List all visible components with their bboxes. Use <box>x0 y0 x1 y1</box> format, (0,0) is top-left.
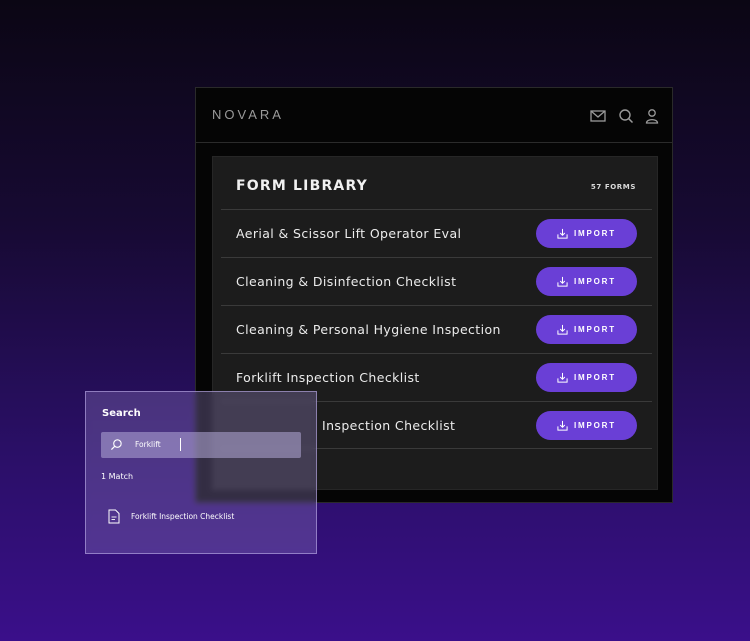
user-icon[interactable] <box>643 107 661 125</box>
import-button[interactable]: IMPORT <box>536 363 637 392</box>
import-label: IMPORT <box>574 277 616 286</box>
app-header: NOVARA <box>196 88 672 143</box>
import-button[interactable]: IMPORT <box>536 267 637 296</box>
search-heading: Search <box>102 408 141 419</box>
search-input[interactable]: Forklift <box>101 432 301 458</box>
import-button[interactable]: IMPORT <box>536 411 637 440</box>
download-icon <box>557 324 568 335</box>
import-label: IMPORT <box>574 325 616 334</box>
search-popover: Search Forklift 1 Match Forklift Inspect… <box>85 391 317 554</box>
text-caret <box>180 438 181 451</box>
document-icon <box>108 509 120 524</box>
search-result-item[interactable]: Forklift Inspection Checklist <box>108 508 234 524</box>
mail-icon[interactable] <box>589 107 607 125</box>
import-label: IMPORT <box>574 373 616 382</box>
match-count: 1 Match <box>101 472 134 481</box>
import-button[interactable]: IMPORT <box>536 315 637 344</box>
form-name: Cleaning & Disinfection Checklist <box>236 274 457 289</box>
import-button[interactable]: IMPORT <box>536 219 637 248</box>
form-name: Inspection Checklist <box>322 418 456 433</box>
search-icon <box>110 438 123 451</box>
form-name: Forklift Inspection Checklist <box>236 370 420 385</box>
form-row: Aerial & Scissor Lift Operator Eval IMPO… <box>221 209 652 257</box>
library-title: FORM LIBRARY <box>236 178 369 194</box>
search-icon[interactable] <box>617 107 635 125</box>
form-name: Aerial & Scissor Lift Operator Eval <box>236 226 462 241</box>
download-icon <box>557 228 568 239</box>
form-name: Cleaning & Personal Hygiene Inspection <box>236 322 501 337</box>
download-icon <box>557 372 568 383</box>
form-count-badge: 57 FORMS <box>590 183 636 191</box>
download-icon <box>557 420 568 431</box>
import-label: IMPORT <box>574 421 616 430</box>
search-result-label: Forklift Inspection Checklist <box>131 511 235 521</box>
form-row: Cleaning & Disinfection Checklist IMPORT <box>221 257 652 305</box>
search-query: Forklift <box>135 440 161 449</box>
import-label: IMPORT <box>574 229 616 238</box>
brand-logo[interactable]: NOVARA <box>212 107 284 122</box>
form-row: Cleaning & Personal Hygiene Inspection I… <box>221 305 652 353</box>
download-icon <box>557 276 568 287</box>
